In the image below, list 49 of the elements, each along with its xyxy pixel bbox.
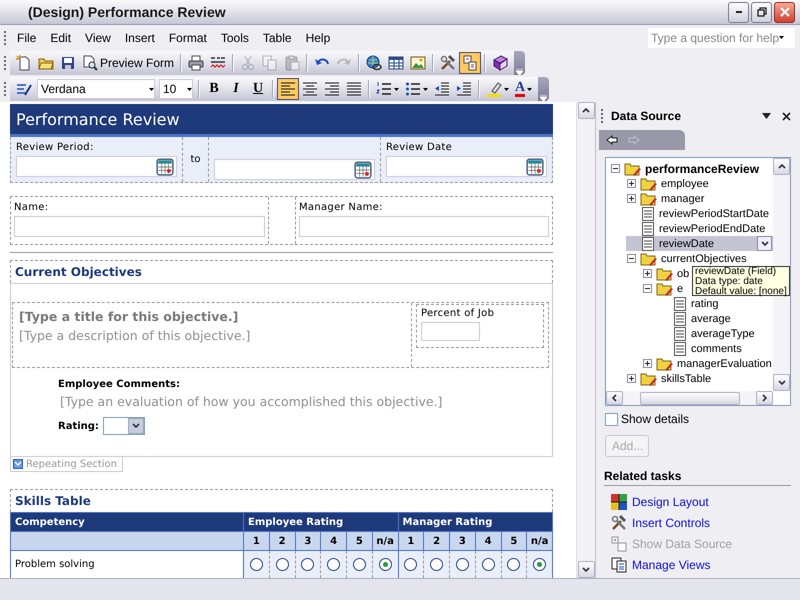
tree-label: reviewPeriodStartDate [659,208,770,220]
section-tag-label: Repeating Section [26,458,117,470]
field-label: to [190,154,201,165]
tree-label: employee [661,178,709,190]
tooltip-line: Default value: [none] [695,287,787,297]
scale-label: n/a [526,532,552,550]
scale-label: 1 [398,532,424,550]
tree-label: ob [677,268,690,280]
field-label: Name: [14,202,48,213]
tooltip-line: Data type: date [695,277,763,287]
field-label: Rating: [58,420,99,432]
tree-label: skillsTable [661,372,712,384]
tooltip-line: reviewDate (Field) [695,267,778,277]
field-label: Percent of Job [421,308,494,319]
scale-label: 5 [346,532,372,550]
field-label: Manager Name: [299,202,383,213]
field-label: Employee Comments: [58,379,180,390]
scale-label: 3 [450,532,476,550]
section-heading: Related tasks [604,469,791,486]
tree-label: average [691,312,731,324]
scale-label: 2 [424,532,450,550]
column-header: Employee Rating [244,512,398,532]
form-title: Performance Review [10,104,553,137]
field-label: Review Period: [16,142,94,153]
scale-label: 4 [475,532,501,550]
scale-label: 1 [244,532,270,550]
scale-label: n/a [372,532,398,550]
pane-title: Data Source [611,109,682,123]
section-heading: Current Objectives [15,265,142,279]
tree-label: averageType [691,328,755,340]
scale-label: 5 [501,532,527,550]
scale-label: 4 [320,532,346,550]
tree-label: reviewPeriodEndDate [659,222,766,234]
tree-label: manager [661,192,704,204]
tree-label: rating [691,298,719,310]
field-label: Review Date [386,142,452,153]
scale-label: 3 [295,532,321,550]
scale-label: 2 [269,532,295,550]
window-title: (Design) Performance Review [28,4,227,20]
checkbox-label: Show details [621,412,690,426]
tree-label: managerEvaluation [677,358,772,370]
section-heading: Skills Table [15,494,91,508]
tree-label: currentObjectives [661,252,747,264]
tree-label: reviewDate [659,238,714,250]
tree-label: e [677,282,684,294]
tree-label: comments [691,342,742,354]
column-header: Manager Rating [398,512,552,532]
column-header: Competency [10,512,244,532]
tree-label: performanceReview [645,162,760,176]
